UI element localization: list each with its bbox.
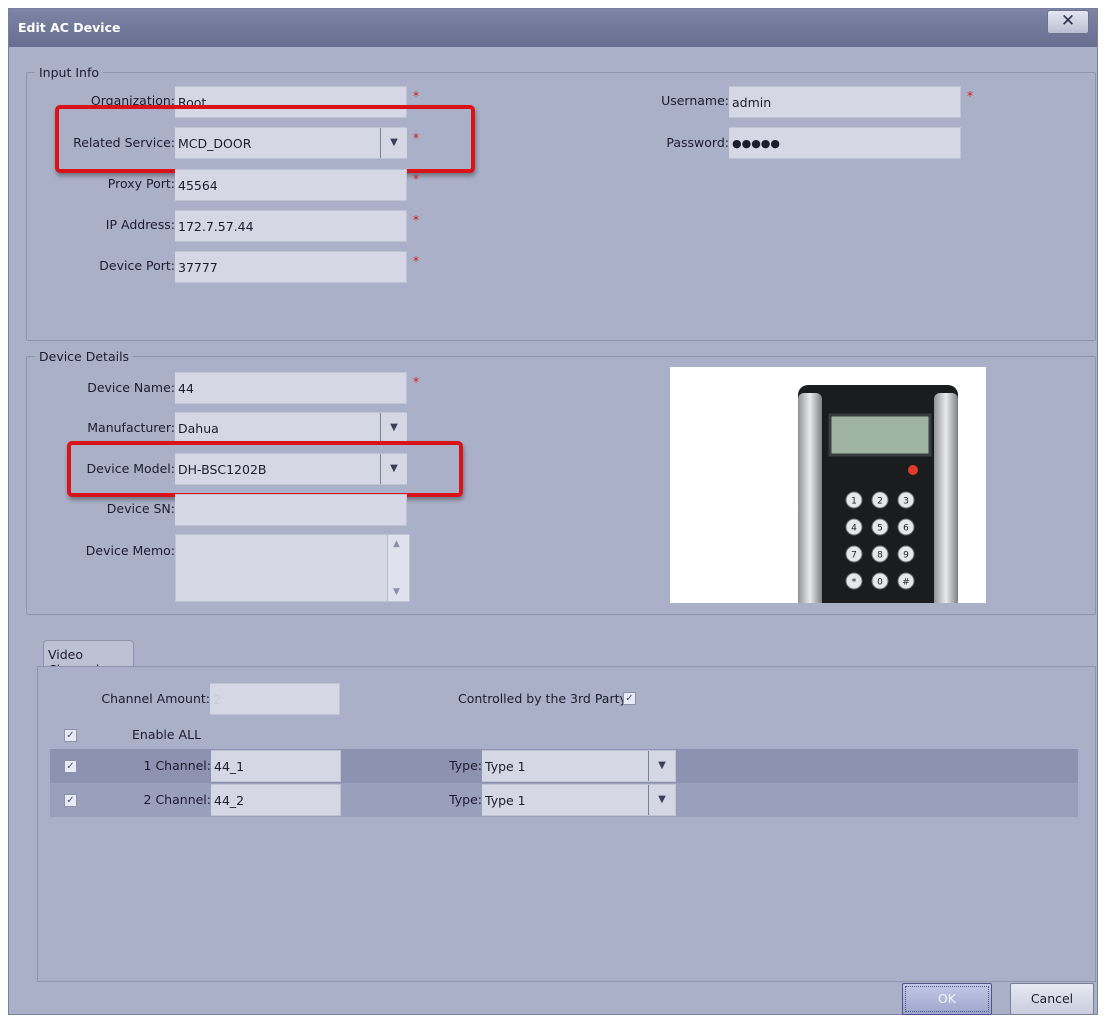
organization-required-mark: * <box>413 89 419 103</box>
edit-ac-device-dialog: Edit AC Device ✕ Input Info Organization… <box>8 8 1098 1015</box>
manufacturer-label: Manufacturer: <box>87 420 175 435</box>
manufacturer-dropdown[interactable]: Dahua <box>175 412 407 444</box>
device-image: 1 2 3 4 5 6 7 8 9 * 0 # <box>670 367 986 603</box>
channel-2-type-label: Type: <box>449 792 482 807</box>
username-label: Username: <box>661 93 729 108</box>
video-channel-panel: Channel Amount: 2 Controlled by the 3rd … <box>37 666 1096 982</box>
proxy-port-label: Proxy Port: <box>107 176 175 191</box>
keypad-key-label: 3 <box>903 497 909 507</box>
channel-1-type-value: Type 1 <box>485 759 526 774</box>
enable-all-checkbox[interactable]: ✓ <box>64 729 77 742</box>
keypad-key-label: 9 <box>903 551 909 561</box>
access-control-keypad-image: 1 2 3 4 5 6 7 8 9 * 0 # <box>798 385 958 603</box>
channel-amount-label: Channel Amount: <box>101 691 210 706</box>
keypad-key-label: 7 <box>851 551 857 561</box>
third-party-label: Controlled by the 3rd Party <box>458 691 627 706</box>
channel-1-checkbox[interactable]: ✓ <box>64 760 77 773</box>
device-memo-textarea[interactable]: ▲ ▼ <box>175 534 410 602</box>
keypad-key-label: 4 <box>851 524 857 534</box>
channel-1-label: 1 Channel: <box>143 758 211 773</box>
device-port-label: Device Port: <box>99 258 175 273</box>
cancel-button[interactable]: Cancel <box>1010 983 1094 1015</box>
keypad-key-label: 2 <box>877 497 883 507</box>
username-required-mark: * <box>967 89 973 103</box>
related-service-highlight-box <box>55 105 475 173</box>
channel-1-type-chevron-down-icon[interactable]: ▼ <box>648 751 675 781</box>
dialog-titlebar: Edit AC Device <box>9 9 1097 47</box>
ip-address-label: IP Address: <box>105 217 175 232</box>
channel-2-type-dropdown[interactable]: Type 1 <box>482 784 676 816</box>
scroll-up-icon[interactable]: ▲ <box>393 539 400 549</box>
username-field[interactable]: admin <box>729 86 961 118</box>
device-details-legend: Device Details <box>39 349 130 364</box>
keypad-key-label: 0 <box>877 578 883 588</box>
keypad-key-label: * <box>852 578 857 588</box>
device-port-field[interactable]: 37777 <box>175 251 407 283</box>
channel-2-name-field[interactable]: 44_2 <box>211 784 341 816</box>
ok-button[interactable]: OK <box>902 983 992 1015</box>
third-party-checkbox[interactable]: ✓ <box>623 692 636 705</box>
channel-1-type-dropdown[interactable]: Type 1 <box>482 750 676 782</box>
tab-video-channel[interactable]: Video Channel <box>43 640 134 677</box>
channel-2-type-value: Type 1 <box>485 793 526 808</box>
proxy-port-required-mark: * <box>413 172 419 186</box>
channel-1-type-label: Type: <box>449 758 482 773</box>
proxy-port-field[interactable]: 45564 <box>175 169 407 201</box>
channel-amount-field: 2 <box>210 683 340 715</box>
device-model-highlight-box <box>67 441 463 497</box>
dialog-title: Edit AC Device <box>18 20 121 35</box>
device-sn-field[interactable] <box>175 494 407 526</box>
table-row: ✓ 2 Channel: 44_2 Type: Type 1 ▼ <box>50 783 1078 817</box>
scroll-down-icon[interactable]: ▼ <box>393 587 400 597</box>
device-name-label: Device Name: <box>87 380 175 395</box>
table-row: ✓ 1 Channel: 44_1 Type: Type 1 ▼ <box>50 749 1078 783</box>
ip-address-field[interactable]: 172.7.57.44 <box>175 210 407 242</box>
device-memo-label: Device Memo: <box>85 543 175 558</box>
password-field[interactable]: ●●●●● <box>729 127 961 159</box>
device-sn-label: Device SN: <box>106 501 175 516</box>
input-info-legend: Input Info <box>39 65 99 80</box>
keypad-key-label: # <box>902 578 910 588</box>
device-port-required-mark: * <box>413 254 419 268</box>
keypad-key-label: 1 <box>851 497 857 507</box>
keypad-key-label: 5 <box>877 524 883 534</box>
device-name-field[interactable]: 44 <box>175 372 407 404</box>
channel-2-label: 2 Channel: <box>143 792 211 807</box>
channel-1-name-field[interactable]: 44_1 <box>211 750 341 782</box>
enable-all-label: Enable ALL <box>132 727 202 742</box>
ok-button-label: OK <box>937 991 957 1006</box>
close-icon[interactable]: ✕ <box>1047 10 1089 34</box>
password-label: Password: <box>666 135 729 150</box>
ip-address-required-mark: * <box>413 213 419 227</box>
manufacturer-value: Dahua <box>178 421 219 436</box>
channel-2-type-chevron-down-icon[interactable]: ▼ <box>648 785 675 815</box>
manufacturer-chevron-down-icon[interactable]: ▼ <box>380 413 407 443</box>
device-name-required-mark: * <box>413 375 419 389</box>
device-memo-scrollbar[interactable]: ▲ ▼ <box>387 535 409 601</box>
channel-2-checkbox[interactable]: ✓ <box>64 794 77 807</box>
keypad-key-label: 8 <box>877 551 883 561</box>
keypad-key-label: 6 <box>903 524 909 534</box>
